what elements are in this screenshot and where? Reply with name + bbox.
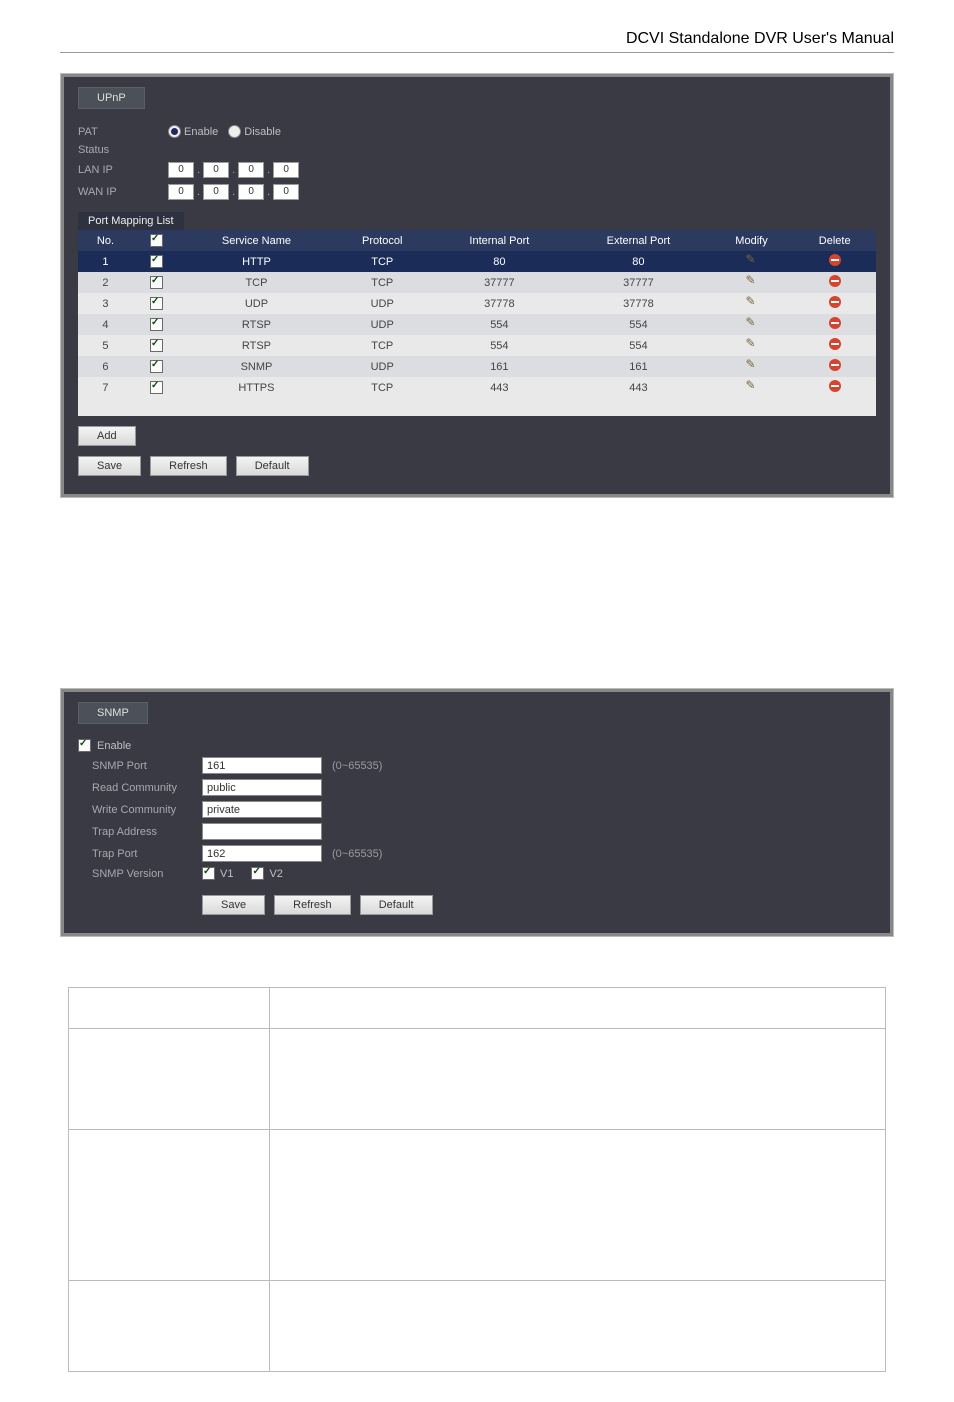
delete-icon[interactable] [829,338,841,350]
row-checkbox[interactable] [150,339,163,352]
snmp-port-input[interactable] [202,757,322,774]
upnp-tab[interactable]: UPnP [78,87,145,109]
delete-icon[interactable] [829,296,841,308]
check-all[interactable] [150,234,163,247]
edit-icon[interactable] [746,254,758,266]
snmp-port-label: SNMP Port [92,760,202,772]
snmp-v1[interactable]: V1 [202,867,233,880]
pat-enable-label: Enable [184,126,218,138]
table-row[interactable]: 1HTTPTCP8080 [78,251,876,272]
th-delete: Delete [793,230,876,251]
th-external: External Port [567,230,710,251]
pat-label: PAT [78,126,168,138]
port-mapping-table: No. Service Name Protocol Internal Port … [78,230,876,398]
edit-icon[interactable] [746,317,758,329]
trap-address-label: Trap Address [92,826,202,838]
edit-icon[interactable] [746,338,758,350]
th-protocol: Protocol [333,230,432,251]
trap-port-hint: (0~65535) [332,848,382,860]
delete-icon[interactable] [829,380,841,392]
table-row[interactable]: 6SNMPUDP161161 [78,356,876,377]
title-underline [60,52,894,53]
row-checkbox[interactable] [150,318,163,331]
lan-ip-1[interactable]: 0 [168,162,194,178]
read-community-label: Read Community [92,782,202,794]
snmp-default-button[interactable]: Default [360,895,433,915]
delete-icon[interactable] [829,359,841,371]
edit-icon[interactable] [746,296,758,308]
edit-icon[interactable] [746,380,758,392]
lan-ip-row: LAN IP 0. 0. 0. 0 [78,162,876,178]
default-button[interactable]: Default [236,456,309,476]
write-community-input[interactable] [202,801,322,818]
edit-icon[interactable] [746,275,758,287]
table-row[interactable]: 5RTSPTCP554554 [78,335,876,356]
wan-ip-3[interactable]: 0 [238,184,264,200]
wan-ip-4[interactable]: 0 [273,184,299,200]
wan-ip-label: WAN IP [78,186,168,198]
port-mapping-tab[interactable]: Port Mapping List [78,212,184,230]
snmp-version-label: SNMP Version [92,868,202,880]
pat-disable-label: Disable [244,126,281,138]
snmp-port-hint: (0~65535) [332,760,382,772]
description-table [68,987,885,1372]
wan-ip-1[interactable]: 0 [168,184,194,200]
lan-ip-2[interactable]: 0 [203,162,229,178]
status-row: Status [78,144,876,156]
lan-ip-4[interactable]: 0 [273,162,299,178]
snmp-panel: SNMP Enable SNMP Port (0~65535) Read Com… [60,688,894,937]
delete-icon[interactable] [829,254,841,266]
th-internal: Internal Port [432,230,568,251]
read-community-input[interactable] [202,779,322,796]
delete-icon[interactable] [829,317,841,329]
row-checkbox[interactable] [150,381,163,394]
add-button[interactable]: Add [78,426,136,446]
snmp-tab[interactable]: SNMP [78,702,148,724]
status-label: Status [78,144,168,156]
snmp-v2[interactable]: V2 [251,867,282,880]
save-button[interactable]: Save [78,456,141,476]
pat-enable-radio[interactable] [168,125,181,138]
delete-icon[interactable] [829,275,841,287]
table-row[interactable]: 4RTSPUDP554554 [78,314,876,335]
th-no: No. [78,230,133,251]
doc-title: DCVI Standalone DVR User's Manual [60,30,894,48]
pat-row: PAT Enable Disable [78,125,876,138]
lan-ip-label: LAN IP [78,164,168,176]
table-row[interactable]: 7HTTPSTCP443443 [78,377,876,398]
th-modify: Modify [710,230,794,251]
snmp-enable-checkbox[interactable] [78,739,91,752]
trap-port-label: Trap Port [92,848,202,860]
row-checkbox[interactable] [150,360,163,373]
table-row[interactable]: 2TCPTCP3777737777 [78,272,876,293]
row-checkbox[interactable] [150,255,163,268]
row-checkbox[interactable] [150,297,163,310]
trap-port-input[interactable] [202,845,322,862]
th-check[interactable] [133,230,180,251]
wan-ip-2[interactable]: 0 [203,184,229,200]
upnp-panel: UPnP PAT Enable Disable Status LAN IP 0.… [60,73,894,498]
pat-disable-radio[interactable] [228,125,241,138]
snmp-save-button[interactable]: Save [202,895,265,915]
table-row[interactable]: 3UDPUDP3777837778 [78,293,876,314]
table-header-row: No. Service Name Protocol Internal Port … [78,230,876,251]
lan-ip-3[interactable]: 0 [238,162,264,178]
th-service: Service Name [180,230,333,251]
row-checkbox[interactable] [150,276,163,289]
trap-address-input[interactable] [202,823,322,840]
refresh-button[interactable]: Refresh [150,456,227,476]
snmp-refresh-button[interactable]: Refresh [274,895,351,915]
wan-ip-row: WAN IP 0. 0. 0. 0 [78,184,876,200]
write-community-label: Write Community [92,804,202,816]
edit-icon[interactable] [746,359,758,371]
snmp-enable-label: Enable [97,740,131,752]
